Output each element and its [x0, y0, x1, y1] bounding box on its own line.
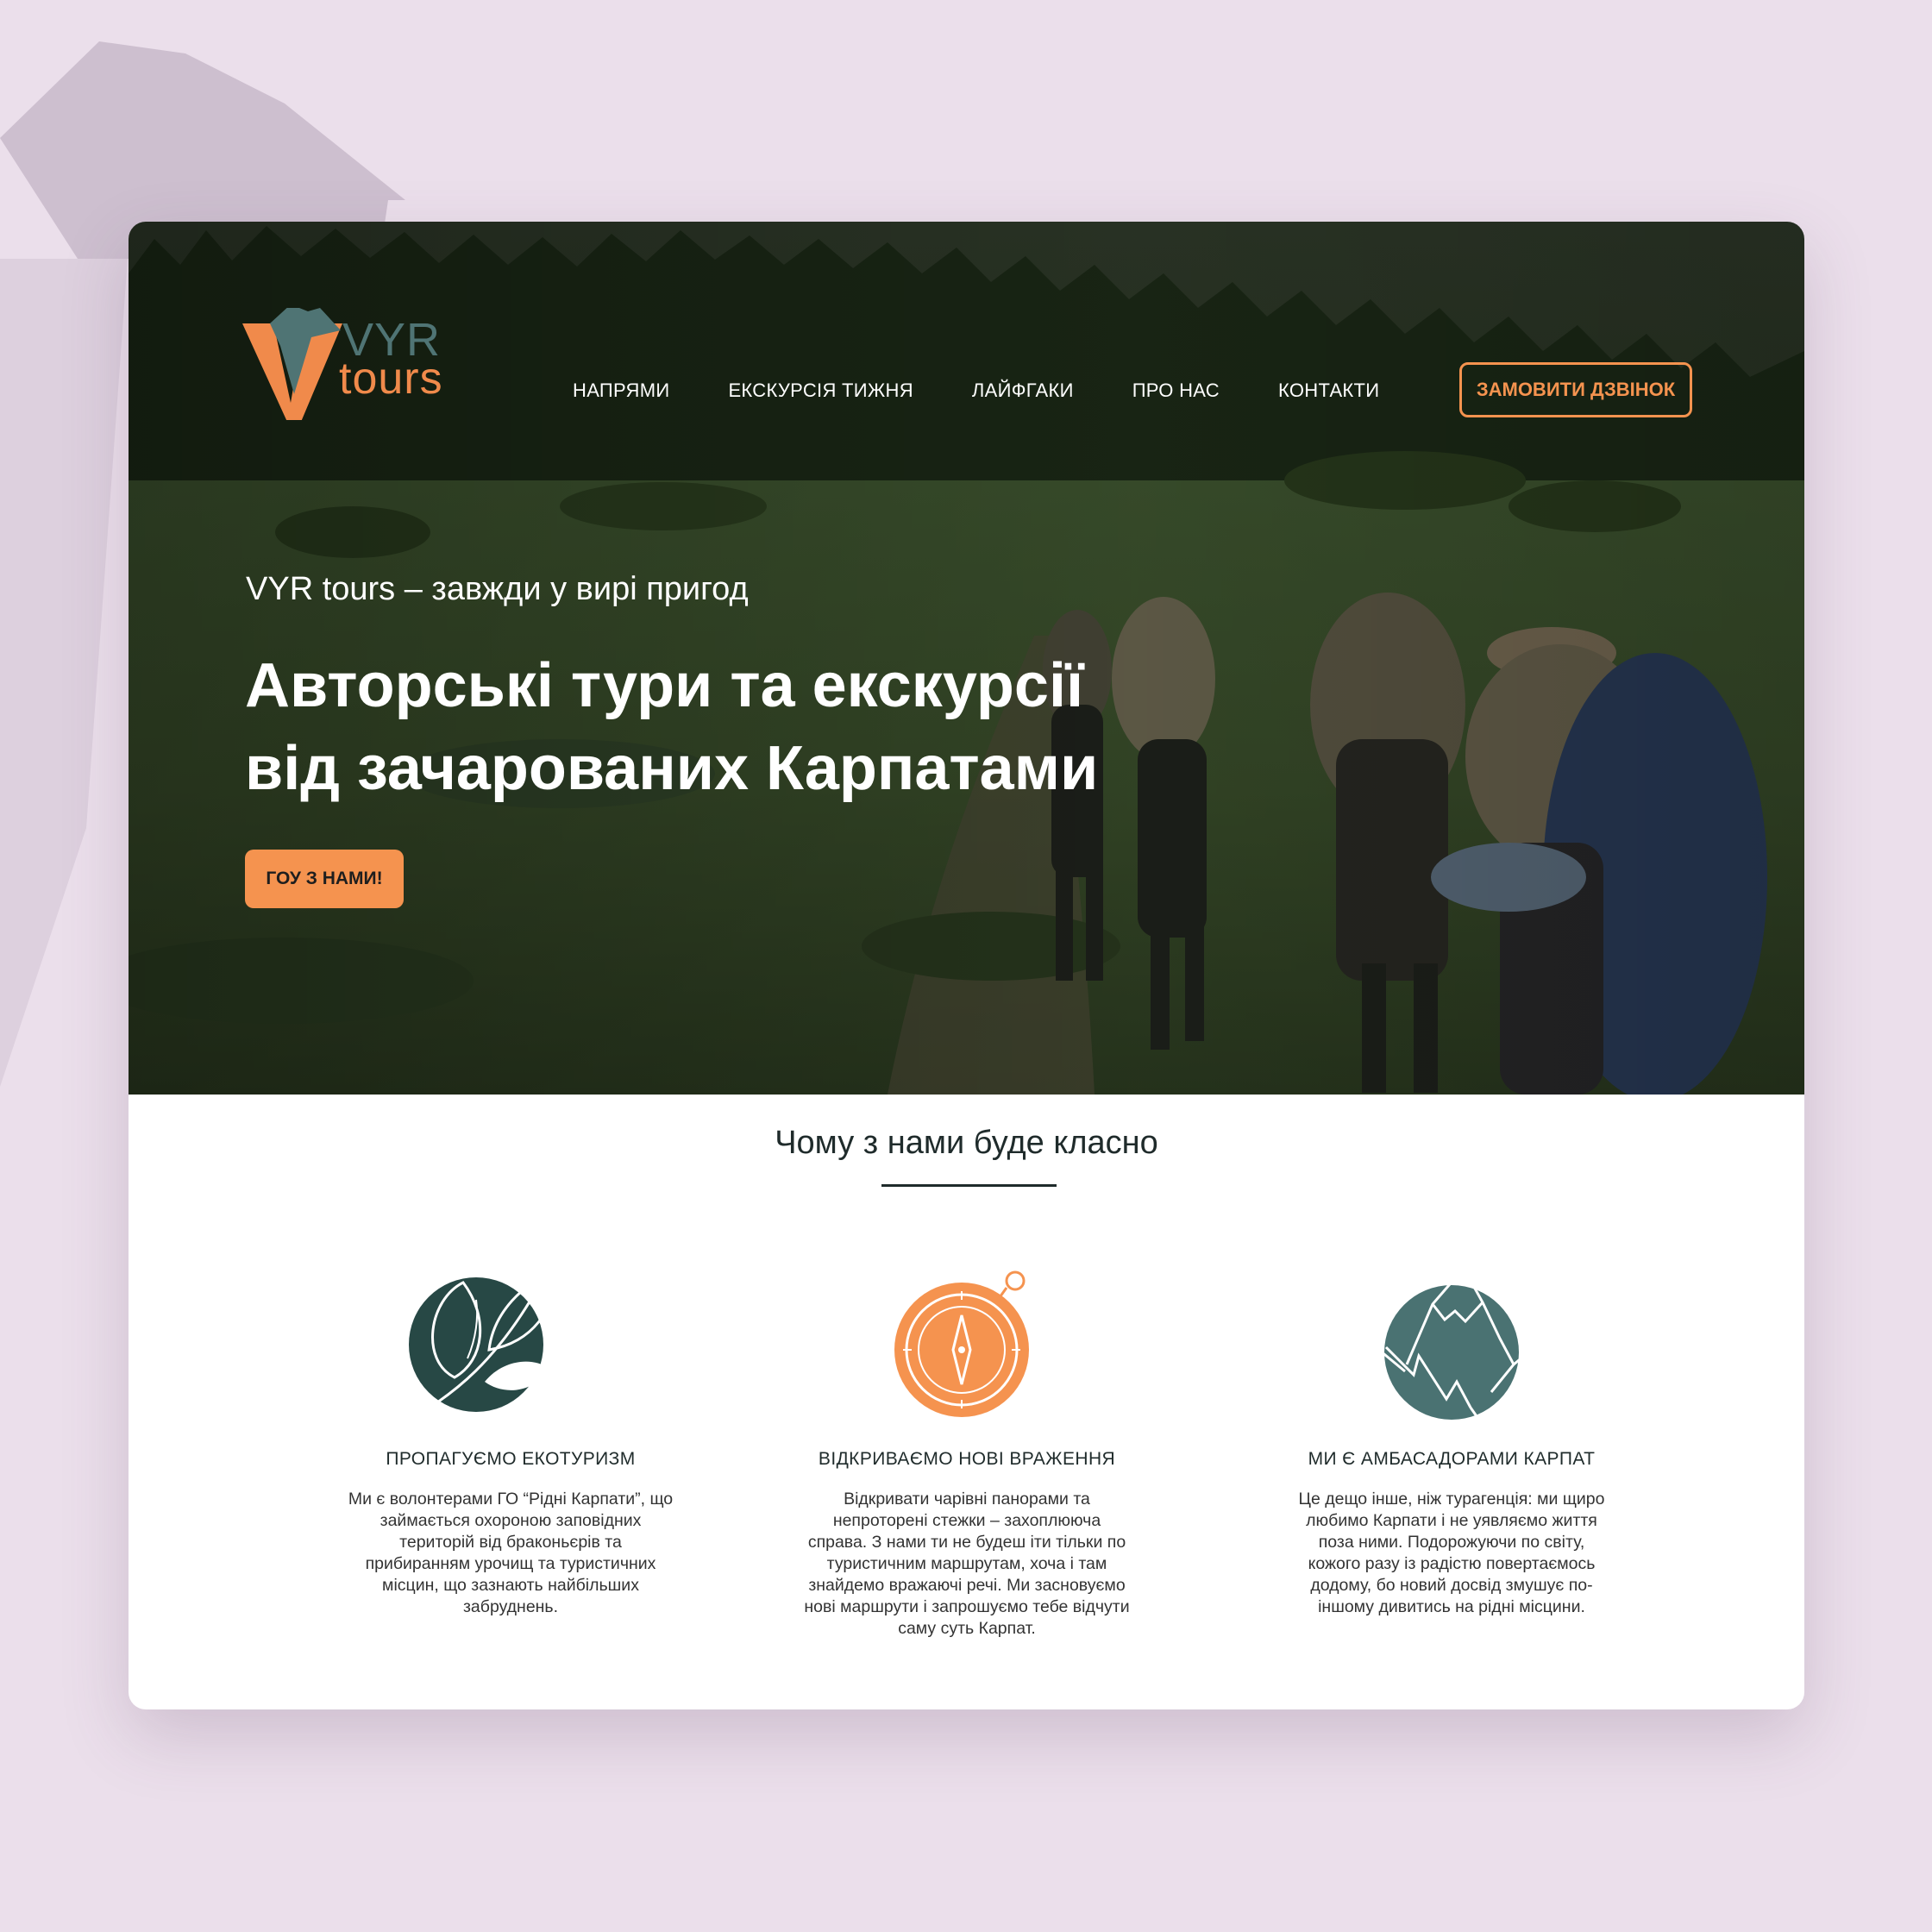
nav-item-about[interactable]: ПРО НАС: [1132, 380, 1220, 414]
go-with-us-button[interactable]: ГОУ З НАМИ!: [245, 850, 404, 908]
nav-item-excursion-of-week[interactable]: ЕКСКУРСІЯ ТИЖНЯ: [728, 380, 913, 414]
feature-ecotourism-line: забруднень.: [462, 1597, 559, 1616]
why-section-title: Чому з нами буде класно: [775, 1125, 1158, 1161]
feature-ecotourism-title: ПРОПАГУЄМО ЕКОТУРИЗМ: [386, 1449, 636, 1469]
hero-section: VYR tours НАПРЯМИ ЕКСКУРСІЯ ТИЖНЯ ЛАЙФГА…: [129, 222, 1804, 1095]
feature-ambassadors-line: любимо Карпати і не уявляємо життя: [1306, 1511, 1597, 1530]
feature-impressions-line: справа. З нами ти не будеш іти тільки по: [807, 1533, 1126, 1552]
feature-ambassadors-line: іншому дивитись на рідні місцини.: [1318, 1597, 1585, 1616]
feature-ecotourism-line: прибиранням урочищ та туристичних: [365, 1554, 656, 1573]
feature-ambassadors-line: кожого разу із радістю повертаємось: [1308, 1554, 1596, 1573]
main-navigation: НАПРЯМИ ЕКСКУРСІЯ ТИЖНЯ ЛАЙФГАКИ ПРО НАС…: [573, 380, 1438, 414]
logo-v-mark-icon: [242, 308, 342, 420]
feature-ambassadors-title: МИ Є АМБАСАДОРАМИ КАРПАТ: [1308, 1449, 1596, 1469]
hero-headline: Авторські тури та екскурсії від зачарова…: [245, 644, 1280, 810]
mountain-icon: [1354, 1267, 1535, 1426]
feature-ambassadors-line: поза ними. Подорожуючи по світу,: [1318, 1533, 1585, 1552]
website-card: VYR tours НАПРЯМИ ЕКСКУРСІЯ ТИЖНЯ ЛАЙФГА…: [129, 222, 1804, 1709]
hero-headline-line-2: від зачарованих Карпатами: [245, 734, 1099, 803]
feature-impressions-text: Відкривати чарівні панорами та непроторе…: [777, 1489, 1157, 1640]
feature-ecotourism-line: місцин, що зазнають найбільших: [382, 1576, 639, 1595]
hero-headline-line-1: Авторські тури та екскурсії: [245, 651, 1084, 720]
feature-ambassadors-line: додому, бо новий досвід змушує по-: [1310, 1576, 1593, 1595]
nav-item-lifehacks[interactable]: ЛАЙФГАКИ: [972, 380, 1074, 414]
feature-ambassadors-line: Це дещо інше, ніж турагенція: ми щиро: [1298, 1490, 1605, 1509]
feature-impressions-line: Відкривати чарівні панорами та: [844, 1490, 1090, 1509]
feature-impressions-line: знайдемо вражаючі речі. Ми засновуємо: [808, 1576, 1126, 1595]
hero-tagline: VYR tours – завжди у вирі пригод: [246, 571, 749, 607]
feature-impressions-line: непроторені стежки – захоплююча: [832, 1511, 1101, 1530]
feature-impressions-line: нові маршрути і запрошуємо тебе відчути: [804, 1597, 1130, 1616]
feature-ecotourism-line: територій від браконьєрів та: [399, 1533, 622, 1552]
compass-icon: [894, 1270, 1029, 1417]
feature-impressions-line: туристичним маршрутам, хоча і там: [826, 1554, 1107, 1573]
feature-impressions-line: саму суть Карпат.: [898, 1619, 1036, 1638]
nav-item-napriamy[interactable]: НАПРЯМИ: [573, 380, 669, 414]
leaf-icon: [407, 1270, 556, 1422]
feature-ecotourism-text: Ми є волонтерами ГО “Рідні Карпати”, що …: [321, 1489, 700, 1618]
nav-item-contacts[interactable]: КОНТАКТИ: [1278, 380, 1379, 414]
feature-ecotourism-line: Ми є волонтерами ГО “Рідні Карпати”, що: [348, 1490, 674, 1509]
vyr-tours-logo[interactable]: VYR tours: [241, 308, 474, 420]
feature-impressions-title: ВІДКРИВАЄМО НОВІ ВРАЖЕННЯ: [818, 1449, 1116, 1469]
logo-tours-text: tours: [339, 354, 443, 404]
order-call-button[interactable]: ЗАМОВИТИ ДЗВІНОК: [1459, 362, 1692, 417]
feature-ambassadors-text: Це дещо інше, ніж турагенція: ми щиро лю…: [1262, 1489, 1641, 1618]
feature-ecotourism-line: займається охороною заповідних: [380, 1511, 642, 1530]
why-title-underline: [881, 1184, 1057, 1187]
